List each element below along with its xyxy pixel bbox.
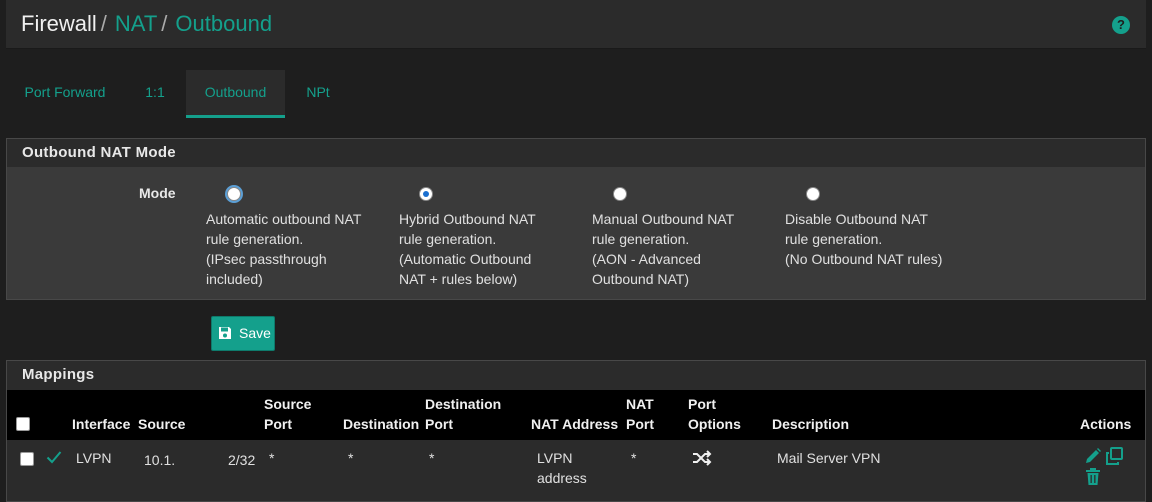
- copy-icon[interactable]: [1105, 446, 1125, 466]
- cell-description: Mail Server VPN: [777, 450, 881, 466]
- breadcrumb: Firewall / NAT / Outbound: [21, 11, 272, 37]
- option-text-line: rule generation.: [785, 231, 883, 247]
- page-header: Firewall / NAT / Outbound ?: [6, 0, 1146, 49]
- option-text-line: Outbound NAT): [592, 271, 690, 287]
- mode-radio-manual[interactable]: [613, 187, 627, 201]
- cell-line: LVPN: [537, 450, 573, 466]
- cell-line: address: [537, 470, 587, 486]
- option-text-line: rule generation.: [206, 231, 304, 247]
- breadcrumb-firewall: Firewall: [21, 11, 97, 36]
- mode-radio-automatic[interactable]: [227, 187, 241, 201]
- column-source-port[interactable]: Source Port: [264, 394, 311, 434]
- breadcrumb-nat-link[interactable]: NAT: [115, 11, 157, 36]
- mode-radio-hybrid[interactable]: [419, 187, 433, 201]
- cell-destination: *: [348, 450, 354, 466]
- header-line: Port: [626, 416, 654, 432]
- floppy-disk-icon: [219, 327, 231, 339]
- header-line: Options: [688, 416, 741, 432]
- cell-source-right: 2/32: [228, 452, 256, 468]
- outbound-nat-mode-panel: Outbound NAT Mode Mode Automatic outboun…: [6, 138, 1146, 300]
- mode-label: Mode: [139, 185, 176, 201]
- row-select-checkbox[interactable]: [20, 452, 34, 466]
- option-text-line: (AON - Advanced: [592, 251, 701, 267]
- column-destination-port[interactable]: Destination Port: [425, 394, 501, 434]
- option-text-line: Automatic outbound NAT: [206, 211, 362, 227]
- option-text-line: NAT + rules below): [399, 271, 518, 287]
- column-interface[interactable]: Interface: [72, 414, 130, 434]
- option-text-line: Hybrid Outbound NAT: [399, 211, 536, 227]
- mappings-panel: Mappings Interface Source Source Port De…: [6, 360, 1146, 502]
- cell-interface: LVPN: [76, 450, 112, 466]
- breadcrumb-separator: /: [100, 11, 107, 36]
- column-nat-port[interactable]: NAT Port: [626, 394, 654, 434]
- breadcrumb-outbound-link[interactable]: Outbound: [175, 11, 272, 36]
- cell-destination-port: *: [429, 450, 435, 466]
- header-line: NAT: [626, 396, 654, 412]
- table-header: Interface Source Source Port Destination…: [7, 390, 1145, 440]
- panel-title: Outbound NAT Mode: [7, 139, 1145, 167]
- option-text-line: included): [206, 271, 263, 287]
- option-text-line: Disable Outbound NAT: [785, 211, 928, 227]
- tab-npt[interactable]: NPt: [285, 70, 351, 115]
- column-destination[interactable]: Destination: [343, 414, 419, 434]
- question-icon[interactable]: ?: [1112, 16, 1130, 34]
- select-all-checkbox[interactable]: [16, 417, 30, 431]
- cell-nat-address: LVPN address: [537, 448, 587, 488]
- tab-outbound[interactable]: Outbound: [186, 70, 285, 118]
- tab-port-forward[interactable]: Port Forward: [6, 70, 124, 115]
- column-source[interactable]: Source: [138, 414, 185, 434]
- option-text-line: rule generation.: [592, 231, 690, 247]
- header-line: Port: [264, 416, 292, 432]
- option-text-line: rule generation.: [399, 231, 497, 247]
- column-description[interactable]: Description: [772, 414, 849, 434]
- option-text-line: (IPsec passthrough: [206, 251, 327, 267]
- pencil-icon[interactable]: [1084, 447, 1102, 465]
- check-icon[interactable]: [46, 450, 62, 464]
- column-actions: Actions: [1080, 416, 1132, 432]
- header-line: Source: [264, 396, 312, 412]
- column-nat-address[interactable]: NAT Address: [531, 414, 618, 434]
- column-port-options[interactable]: Port Options: [688, 394, 741, 434]
- mode-radio-disable[interactable]: [806, 187, 820, 201]
- save-label: Save: [239, 325, 271, 341]
- option-text-line: Manual Outbound NAT: [592, 211, 735, 227]
- breadcrumb-separator: /: [161, 11, 168, 36]
- cell-nat-port: *: [631, 450, 637, 466]
- header-line: Destination: [425, 396, 502, 412]
- cell-source-port: *: [269, 450, 275, 466]
- nat-tabs: Port Forward 1:1 Outbound NPt: [6, 70, 406, 118]
- table-row: LVPN 10.1. 2/32 * * * LVPN address * Mai…: [7, 440, 1145, 500]
- cell-source-left: 10.1.: [144, 452, 176, 468]
- option-text-line: (No Outbound NAT rules): [785, 251, 943, 267]
- shuffle-icon: [693, 450, 712, 466]
- trash-icon[interactable]: [1085, 468, 1101, 486]
- header-line: Port: [425, 416, 453, 432]
- panel-title: Mappings: [7, 361, 1145, 389]
- save-button[interactable]: Save: [211, 316, 275, 351]
- tab-one-to-one[interactable]: 1:1: [124, 70, 186, 115]
- header-line: Port: [688, 396, 716, 412]
- option-text-line: (Automatic Outbound: [399, 251, 532, 267]
